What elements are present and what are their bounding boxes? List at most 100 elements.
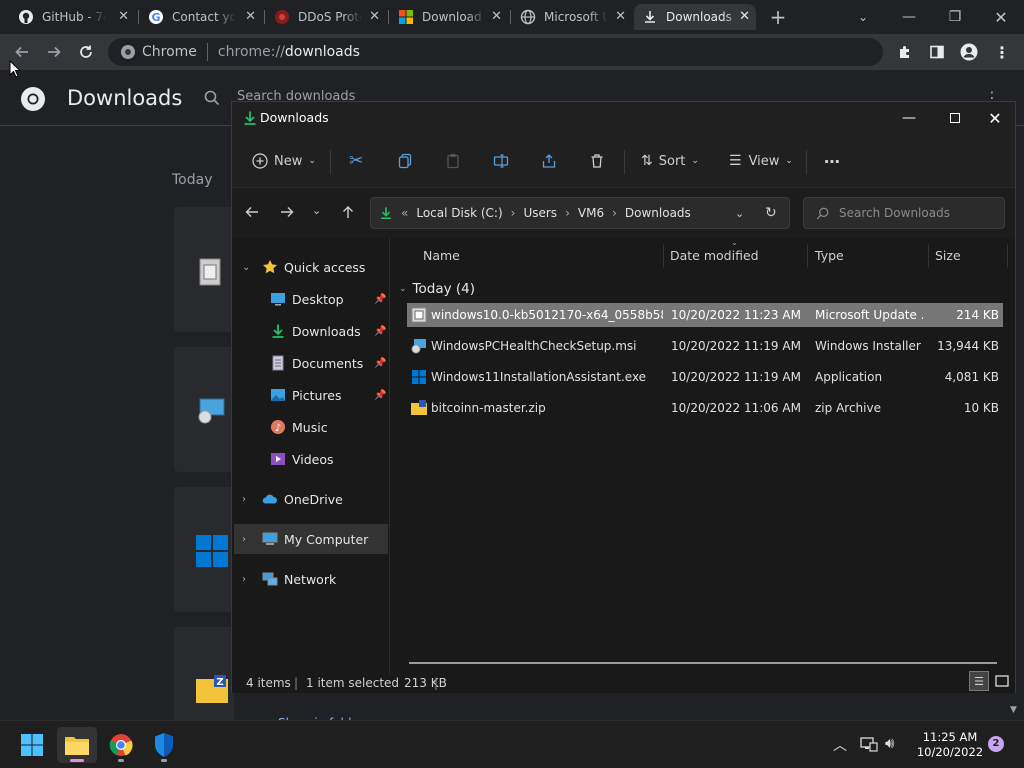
show-hidden-icons-chevron-icon[interactable]: ︿ <box>833 735 847 755</box>
scroll-down-arrow-icon[interactable]: ▼ <box>1010 705 1017 715</box>
column-header-size[interactable]: Size <box>935 238 961 272</box>
close-icon[interactable]: ✕ <box>245 9 256 24</box>
tab-search-chevron-icon[interactable]: ⌄ <box>840 0 886 34</box>
nav-quick-access[interactable]: ⌄ Quick access <box>232 252 390 282</box>
file-size: 13,944 KB <box>937 339 999 353</box>
network-tray-icon[interactable] <box>860 736 878 755</box>
omnibox[interactable]: Chrome chrome://downloads <box>108 38 883 66</box>
paste-button[interactable] <box>445 134 461 188</box>
pictures-icon <box>270 387 286 403</box>
copy-button[interactable] <box>397 134 413 188</box>
ddos-icon <box>274 9 290 25</box>
explorer-minimize-button[interactable]: — <box>886 102 932 134</box>
nav-downloads[interactable]: Downloads 📌 <box>232 316 390 346</box>
close-icon[interactable]: ✕ <box>118 9 129 24</box>
network-icon <box>262 571 278 587</box>
column-header-date-modified[interactable]: Date modified <box>670 238 759 272</box>
windows-logo-icon <box>196 535 228 567</box>
chrome-logo-icon <box>20 86 46 112</box>
nav-my-computer[interactable]: › My Computer <box>234 524 388 554</box>
forward-button[interactable] <box>40 38 68 66</box>
refresh-icon[interactable]: ↻ <box>765 205 777 221</box>
rename-button[interactable] <box>493 134 509 188</box>
breadcrumb-users[interactable]: Users <box>523 206 557 220</box>
horizontal-scrollbar[interactable] <box>409 662 997 664</box>
pin-icon[interactable]: 📌 <box>374 390 386 401</box>
reload-button[interactable] <box>72 38 100 66</box>
breadcrumb-downloads[interactable]: Downloads <box>625 206 691 220</box>
column-header-name[interactable]: Name <box>423 238 460 272</box>
selection-count: 1 item selected <box>306 676 400 690</box>
file-date: 10/20/2022 11:19 AM <box>671 339 801 353</box>
tab-github[interactable]: GitHub - 7c ✕ <box>10 4 135 30</box>
trash-icon <box>589 153 605 169</box>
group-header-today[interactable]: ⌄ Today (4) <box>399 278 475 300</box>
explorer-search-input[interactable]: Search Downloads <box>803 197 1005 229</box>
search-icon[interactable] <box>204 90 220 106</box>
breadcrumb-local-disk[interactable]: Local Disk (C:) <box>416 206 502 220</box>
start-button[interactable] <box>12 727 52 763</box>
explorer-close-button[interactable]: ✕ <box>972 102 1018 134</box>
file-row[interactable]: Windows11InstallationAssistant.exe 10/20… <box>407 365 1003 389</box>
tab-download[interactable]: Download ✕ <box>390 4 508 30</box>
up-arrow-icon[interactable] <box>340 204 356 223</box>
tab-downloads[interactable]: Downloads ✕ <box>634 4 756 30</box>
plus-circle-icon <box>252 153 268 169</box>
onedrive-cloud-icon <box>262 491 278 507</box>
tab-contact[interactable]: G Contact yo ✕ <box>140 4 262 30</box>
address-dropdown-chevron-icon[interactable]: ⌄ <box>735 207 744 220</box>
nav-videos[interactable]: Videos <box>232 444 390 474</box>
file-row[interactable]: windows10.0-kb5012170-x64_0558b5879... 1… <box>407 303 1003 327</box>
nav-desktop[interactable]: Desktop 📌 <box>232 284 390 314</box>
cut-button[interactable]: ✂ <box>349 134 363 188</box>
notification-badge[interactable]: 2 <box>988 736 1004 752</box>
sort-button[interactable]: ⇅ Sort ⌄ <box>641 134 699 188</box>
close-icon[interactable]: ✕ <box>615 9 626 24</box>
new-tab-button[interactable]: + <box>766 5 790 29</box>
breadcrumb-vm6[interactable]: VM6 <box>578 206 604 220</box>
defender-shield-taskbar-icon[interactable] <box>144 727 184 763</box>
delete-button[interactable] <box>589 134 605 188</box>
new-button[interactable]: New ⌄ <box>252 134 316 188</box>
volume-icon[interactable]: 🔊︎ <box>885 734 894 752</box>
details-view-icon[interactable]: ☰ <box>969 671 989 691</box>
nav-documents[interactable]: Documents 📌 <box>232 348 390 378</box>
profile-avatar[interactable] <box>955 38 983 66</box>
back-arrow-icon[interactable] <box>244 204 260 223</box>
chrome-taskbar-icon[interactable] <box>101 727 141 763</box>
close-icon[interactable]: ✕ <box>491 9 502 24</box>
file-row[interactable]: WindowsPCHealthCheckSetup.msi 10/20/2022… <box>407 334 1003 358</box>
menu-kebab-icon[interactable]: ⋮ <box>988 38 1016 66</box>
pin-icon[interactable]: 📌 <box>374 326 386 337</box>
nav-music[interactable]: ♪ Music <box>232 412 390 442</box>
close-icon[interactable]: ✕ <box>369 9 380 24</box>
share-icon <box>541 153 557 169</box>
file-explorer-taskbar-icon[interactable] <box>57 727 97 763</box>
close-icon[interactable]: ✕ <box>739 9 750 24</box>
pin-icon[interactable]: 📌 <box>374 294 386 305</box>
forward-arrow-icon[interactable] <box>279 204 295 223</box>
address-bar[interactable]: « Local Disk (C:) › Users › VM6 › Downlo… <box>370 197 790 229</box>
side-panel-icon[interactable] <box>923 38 951 66</box>
tab-microsoft-update[interactable]: Microsoft U ✕ <box>512 4 632 30</box>
file-row[interactable]: bitcoinn-master.zip 10/20/2022 11:06 AM … <box>407 396 1003 420</box>
recent-locations-chevron-icon[interactable]: ⌄ <box>312 204 321 217</box>
nav-pictures[interactable]: Pictures 📌 <box>232 380 390 410</box>
extensions-icon[interactable] <box>891 38 919 66</box>
explorer-window-title: Downloads <box>260 110 329 125</box>
minimize-button[interactable]: — <box>886 0 932 34</box>
pin-icon[interactable]: 📌 <box>374 358 386 369</box>
tab-ddos[interactable]: DDoS Prote ✕ <box>266 4 386 30</box>
close-window-button[interactable]: ✕ <box>978 0 1024 34</box>
search-icon <box>816 207 829 220</box>
share-button[interactable] <box>541 134 557 188</box>
restore-button[interactable]: ❐ <box>932 0 978 34</box>
nav-onedrive[interactable]: › OneDrive <box>232 484 390 514</box>
see-more-button[interactable]: ⋯ <box>824 134 841 188</box>
clock[interactable]: 11:25 AM 10/20/2022 <box>915 730 985 760</box>
view-button[interactable]: ☰ View ⌄ <box>729 134 793 188</box>
column-header-type[interactable]: Type <box>815 238 844 272</box>
tiles-view-icon[interactable] <box>992 671 1012 691</box>
overflow-chevron-icon[interactable]: « <box>401 206 408 220</box>
nav-network[interactable]: › Network <box>232 564 390 594</box>
